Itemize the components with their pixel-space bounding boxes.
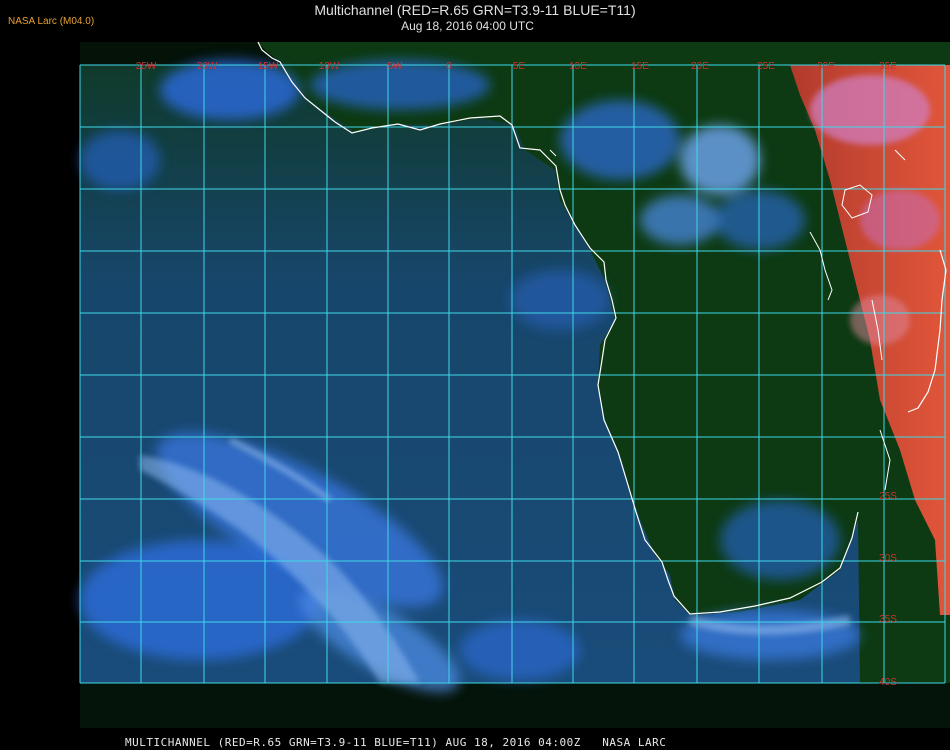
latitude-label: 25S (879, 491, 897, 502)
longitude-label: 30E (817, 61, 835, 72)
longitude-label: 10E (569, 61, 587, 72)
longitude-label: 5E (513, 61, 526, 72)
longitude-label: 20W (197, 61, 218, 72)
longitude-label: 15E (631, 61, 649, 72)
longitude-label: 25W (136, 61, 157, 72)
latitude-label: 30S (879, 553, 897, 564)
footer-caption: MULTICHANNEL (RED=R.65 GRN=T3.9-11 BLUE=… (125, 736, 667, 749)
longitude-label: 5W (388, 61, 404, 72)
satellite-image: 25W 20W 15W 10W 5W 0 5E 10E 15E 20E 25E 30E 35E 25S 3… (79, 41, 950, 728)
longitude-label: 0 (446, 61, 452, 72)
latitude-label: 40S (879, 677, 897, 688)
longitude-label: 15W (258, 61, 279, 72)
longitude-label: 20E (691, 61, 709, 72)
longitude-label: 35E (879, 61, 897, 72)
latitude-label: 35S (879, 614, 897, 625)
longitude-label: 10W (319, 61, 340, 72)
lower-margin (80, 683, 950, 728)
longitude-label: 25E (757, 61, 775, 72)
